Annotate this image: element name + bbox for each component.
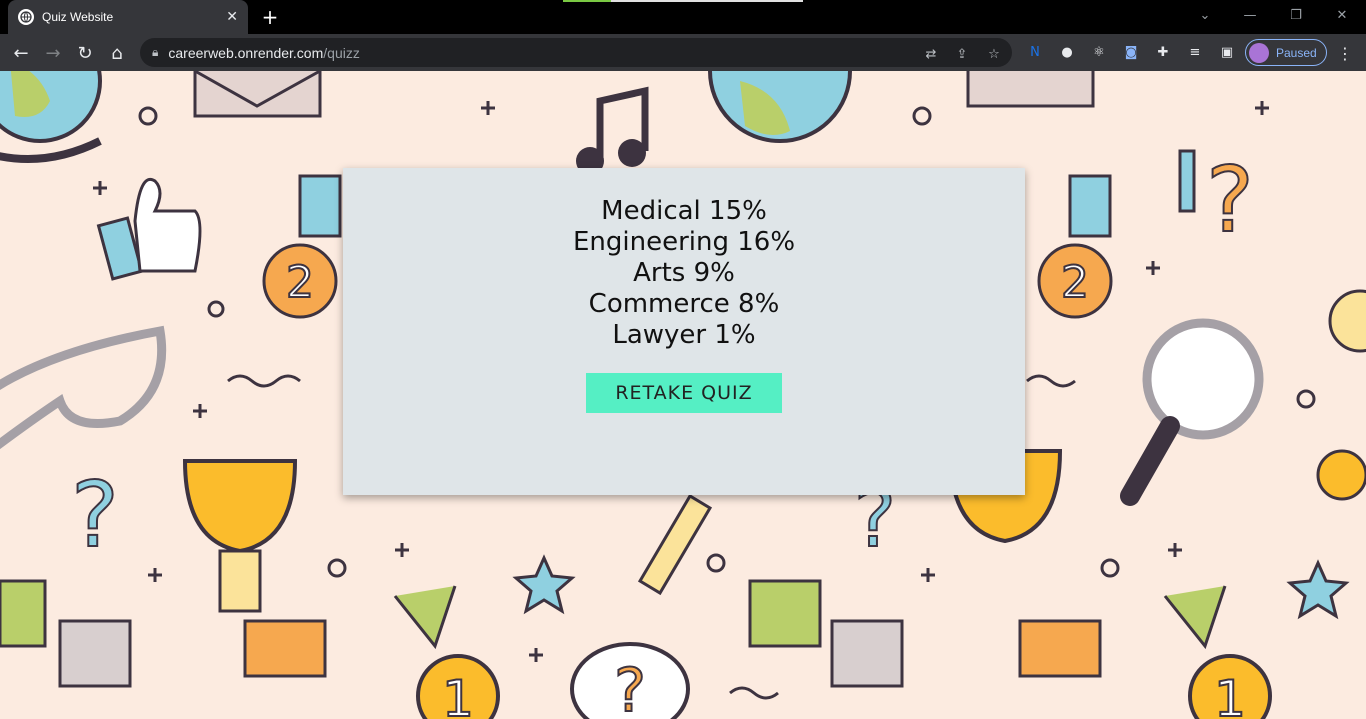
retake-quiz-button[interactable]: RETAKE QUIZ — [586, 373, 782, 413]
extension-react-icon[interactable]: ⚛ — [1089, 42, 1109, 62]
tab-search-icon[interactable]: ⌄ — [1183, 0, 1227, 30]
media-control-icon[interactable]: ≡ — [1185, 42, 1205, 62]
globe-icon — [18, 9, 34, 25]
svg-text:1: 1 — [442, 670, 474, 719]
tab-strip: Quiz Website ✕ + ⌄ — ❐ ✕ — [0, 0, 1366, 34]
profile-status: Paused — [1276, 45, 1317, 60]
url-path: /quizz — [323, 44, 360, 61]
forward-button[interactable]: → — [40, 40, 66, 66]
svg-text:2: 2 — [286, 257, 314, 308]
bookmark-star-icon[interactable]: ☆ — [985, 45, 1003, 63]
home-icon[interactable]: ⌂ — [104, 40, 130, 66]
close-tab-icon[interactable]: ✕ — [226, 9, 238, 25]
result-engineering: Engineering 16% — [572, 227, 796, 257]
loading-indicator — [563, 0, 803, 2]
result-medical: Medical 15% — [601, 196, 767, 226]
close-window-button[interactable]: ✕ — [1320, 0, 1364, 30]
browser-tab[interactable]: Quiz Website ✕ — [8, 0, 248, 34]
extension-n-icon[interactable]: N — [1025, 42, 1045, 62]
reload-button[interactable]: ↻ — [72, 40, 98, 66]
side-panel-icon[interactable]: ▣ — [1217, 42, 1237, 62]
result-commerce: Commerce 8% — [588, 289, 780, 319]
svg-text:?: ? — [71, 463, 119, 568]
profile-button[interactable]: Paused — [1245, 39, 1327, 66]
url-host: careerweb.onrender.com — [168, 44, 324, 61]
svg-text:?: ? — [1206, 148, 1254, 253]
translate-icon[interactable]: ⇄ — [922, 45, 940, 63]
address-bar[interactable]: 🔒︎ careerweb.onrender.com/quizz ⇄ ⇪ ☆ — [140, 38, 1012, 67]
more-menu-icon[interactable]: ⋮ — [1335, 42, 1355, 64]
minimize-button[interactable]: — — [1228, 0, 1272, 30]
svg-text:?: ? — [614, 656, 646, 719]
new-tab-button[interactable]: + — [258, 5, 282, 29]
share-icon[interactable]: ⇪ — [953, 45, 971, 63]
avatar — [1249, 42, 1269, 63]
results-list: Medical 15% Engineering 16% Arts 9% Comm… — [343, 196, 1025, 351]
restore-button[interactable]: ❐ — [1274, 0, 1318, 30]
svg-text:2: 2 — [1061, 257, 1089, 308]
url-text: careerweb.onrender.com/quizz — [168, 45, 359, 61]
quiz-result-card: Medical 15% Engineering 16% Arts 9% Comm… — [343, 168, 1025, 495]
extension-record-icon[interactable]: ◙ — [1121, 42, 1141, 62]
lock-icon: 🔒︎ — [152, 45, 159, 59]
back-button[interactable]: ← — [8, 40, 34, 66]
tab-title: Quiz Website — [42, 10, 114, 24]
result-arts: Arts 9% — [633, 258, 735, 288]
extensions-puzzle-icon[interactable]: ✚ — [1153, 42, 1173, 62]
browser-toolbar: ← → ↻ ⌂ 🔒︎ careerweb.onrender.com/quizz … — [0, 34, 1366, 71]
extension-mic-icon[interactable]: ● — [1057, 42, 1077, 62]
result-lawyer: Lawyer 1% — [612, 320, 756, 350]
svg-text:1: 1 — [1214, 670, 1246, 719]
page-viewport: 2 2 ? ? ? 1 1 ? Medical 15% Engineering … — [0, 71, 1366, 719]
